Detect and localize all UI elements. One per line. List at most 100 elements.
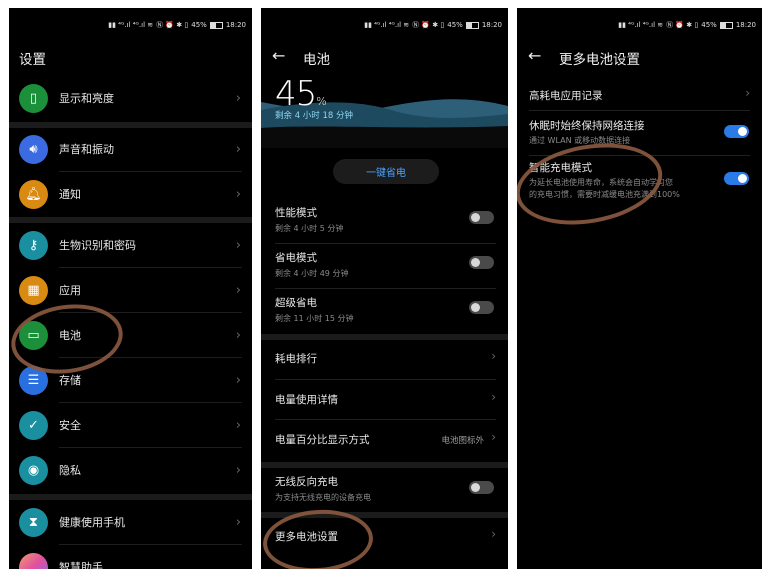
- chevron-right-icon: ›: [235, 282, 241, 298]
- page-title: 设置: [19, 52, 46, 68]
- settings-item-battery[interactable]: ▭ 电池 ›: [9, 313, 252, 357]
- divider: [275, 419, 496, 420]
- signal-icon: ▮▮ ⁴ᴳ.ıl ⁴ᴳ.ıl ≋: [364, 21, 410, 29]
- status-icons: Ⓝ ⏰ ✱ ▯: [412, 21, 445, 29]
- item-title: 智能充电模式: [529, 162, 592, 174]
- settings-item-display[interactable]: ▯ 显示和亮度 ›: [9, 76, 252, 120]
- mode-power-saving[interactable]: 省电模式 剩余 4 小时 49 分钟: [261, 249, 508, 293]
- performance-toggle[interactable]: [469, 211, 494, 224]
- mode-ultra-saving[interactable]: 超级省电 剩余 11 小时 15 分钟: [261, 294, 508, 338]
- clock: 18:20: [481, 21, 502, 29]
- status-bar: ▮▮ ⁴ᴳ.ıl ⁴ᴳ.ıl ≋ Ⓝ ⏰ ✱ ▯ 45% 18:20: [108, 18, 246, 32]
- smart-charging-toggle[interactable]: [724, 172, 749, 185]
- link-value: 电池图标外: [441, 436, 484, 446]
- power-saving-toggle[interactable]: [469, 256, 494, 269]
- link-title: 电量使用详情: [275, 394, 338, 406]
- shield-check-icon: ✓: [19, 410, 48, 440]
- chevron-right-icon: ›: [235, 141, 241, 157]
- storage-icon: ☰: [19, 365, 48, 395]
- chevron-right-icon: ›: [235, 186, 241, 202]
- ultra-saving-toggle[interactable]: [469, 301, 494, 314]
- page-title: 更多电池设置: [559, 52, 640, 68]
- clock: 18:20: [225, 21, 246, 29]
- smart-charging-mode[interactable]: 智能充电模式 为延长电池使用寿命，系统会自动学习您 的充电习惯，需要时减缓电池充…: [517, 158, 762, 208]
- status-bar: ▮▮ ⁴ᴳ.ıl ⁴ᴳ.ıl ≋ Ⓝ ⏰ ✱ ▯ 45% 18:20: [618, 18, 756, 32]
- item-label: 声音和振动: [59, 143, 114, 156]
- section-divider: [261, 462, 508, 468]
- hourglass-icon: ⧗: [19, 507, 48, 537]
- section-divider: [261, 512, 508, 518]
- chevron-right-icon: ›: [491, 349, 496, 363]
- mode-subtitle: 剩余 4 小时 49 分钟: [275, 269, 349, 278]
- battery-screen: ▮▮ ⁴ᴳ.ıl ⁴ᴳ.ıl ≋ Ⓝ ⏰ ✱ ▯ 45% 18:20 ← 电池 …: [261, 8, 508, 569]
- item-label: 智慧助手: [59, 561, 103, 569]
- battery-percent: 45%: [701, 21, 717, 29]
- assistant-icon: [19, 552, 48, 569]
- battery-icon: [209, 21, 223, 29]
- item-title: 休眠时始终保持网络连接: [529, 120, 645, 132]
- chevron-right-icon: ›: [235, 327, 241, 343]
- item-title: 高耗电应用记录: [529, 90, 603, 102]
- item-label: 安全: [59, 419, 81, 432]
- settings-item-storage[interactable]: ☰ 存储 ›: [9, 358, 252, 402]
- divider: [529, 155, 750, 156]
- wireless-title: 无线反向充电: [275, 476, 338, 488]
- link-title: 耗电排行: [275, 353, 317, 365]
- item-label: 应用: [59, 284, 81, 297]
- speaker-icon: 🔊︎: [19, 134, 48, 164]
- back-arrow-icon[interactable]: ←: [528, 46, 541, 65]
- one-tap-save-button[interactable]: 一键省电: [333, 159, 439, 184]
- link-more-battery-settings[interactable]: 更多电池设置 ›: [261, 526, 508, 556]
- link-power-ranking[interactable]: 耗电排行 ›: [261, 348, 508, 378]
- signal-icon: ▮▮ ⁴ᴳ.ıl ⁴ᴳ.ıl ≋: [108, 21, 154, 29]
- mode-title: 省电模式: [275, 252, 317, 264]
- divider: [275, 379, 496, 380]
- privacy-icon: ◉: [19, 455, 48, 485]
- wireless-subtitle: 为支持无线充电的设备充电: [275, 493, 371, 502]
- battery-percentage: 45%: [275, 74, 327, 114]
- back-arrow-icon[interactable]: ←: [272, 46, 285, 65]
- keep-network-while-sleep[interactable]: 休眠时始终保持网络连接 通过 WLAN 或移动数据连接: [517, 116, 762, 156]
- wireless-toggle[interactable]: [469, 481, 494, 494]
- status-bar: ▮▮ ⁴ᴳ.ıl ⁴ᴳ.ıl ≋ Ⓝ ⏰ ✱ ▯ 45% 18:20: [364, 18, 502, 32]
- item-subtitle-line2: 的充电习惯，需要时减缓电池充满到100%: [529, 190, 680, 199]
- settings-item-biometrics[interactable]: ⚷ 生物识别和密码 ›: [9, 223, 252, 267]
- settings-item-sound[interactable]: 🔊︎ 声音和振动 ›: [9, 127, 252, 171]
- link-title: 电量百分比显示方式: [275, 434, 370, 446]
- wireless-reverse-charging[interactable]: 无线反向充电 为支持无线充电的设备充电: [261, 472, 508, 512]
- chevron-right-icon: ›: [491, 430, 496, 444]
- mode-subtitle: 剩余 4 小时 5 分钟: [275, 224, 344, 233]
- battery-percent: 45%: [191, 21, 207, 29]
- item-label: 显示和亮度: [59, 92, 114, 105]
- battery-icon: [719, 21, 733, 29]
- battery-percent: 45%: [447, 21, 463, 29]
- keep-network-toggle[interactable]: [724, 125, 749, 138]
- remaining-time: 剩余 4 小时 18 分钟: [275, 111, 354, 121]
- item-label: 通知: [59, 188, 81, 201]
- signal-icon: ▮▮ ⁴ᴳ.ıl ⁴ᴳ.ıl ≋: [618, 21, 664, 29]
- status-icons: Ⓝ ⏰ ✱ ▯: [666, 21, 699, 29]
- chevron-right-icon: ›: [491, 527, 496, 541]
- mode-title: 性能模式: [275, 207, 317, 219]
- link-usage-details[interactable]: 电量使用详情 ›: [261, 389, 508, 419]
- settings-item-notifications[interactable]: 🔔︎ 通知 ›: [9, 172, 252, 216]
- settings-item-apps[interactable]: ▦ 应用 ›: [9, 268, 252, 312]
- chevron-right-icon: ›: [235, 90, 241, 106]
- item-label: 电池: [59, 329, 81, 342]
- settings-item-privacy[interactable]: ◉ 隐私 ›: [9, 448, 252, 492]
- battery-icon: [465, 21, 479, 29]
- item-subtitle-line1: 为延长电池使用寿命，系统会自动学习您: [529, 178, 673, 187]
- settings-item-digital-balance[interactable]: ⧗ 健康使用手机 ›: [9, 500, 252, 544]
- settings-item-assistant[interactable]: 智慧助手: [9, 545, 252, 569]
- battery-icon: ▭: [19, 320, 48, 350]
- settings-item-security[interactable]: ✓ 安全 ›: [9, 403, 252, 447]
- item-label: 存储: [59, 374, 81, 387]
- item-label: 隐私: [59, 464, 81, 477]
- link-percentage-display[interactable]: 电量百分比显示方式 电池图标外 ›: [261, 429, 508, 459]
- mode-subtitle: 剩余 11 小时 15 分钟: [275, 314, 354, 323]
- status-icons: Ⓝ ⏰ ✱ ▯: [156, 21, 189, 29]
- chevron-right-icon: ›: [745, 86, 750, 100]
- section-divider: [261, 334, 508, 340]
- chevron-right-icon: ›: [235, 417, 241, 433]
- mode-performance[interactable]: 性能模式 剩余 4 小时 5 分钟: [261, 204, 508, 248]
